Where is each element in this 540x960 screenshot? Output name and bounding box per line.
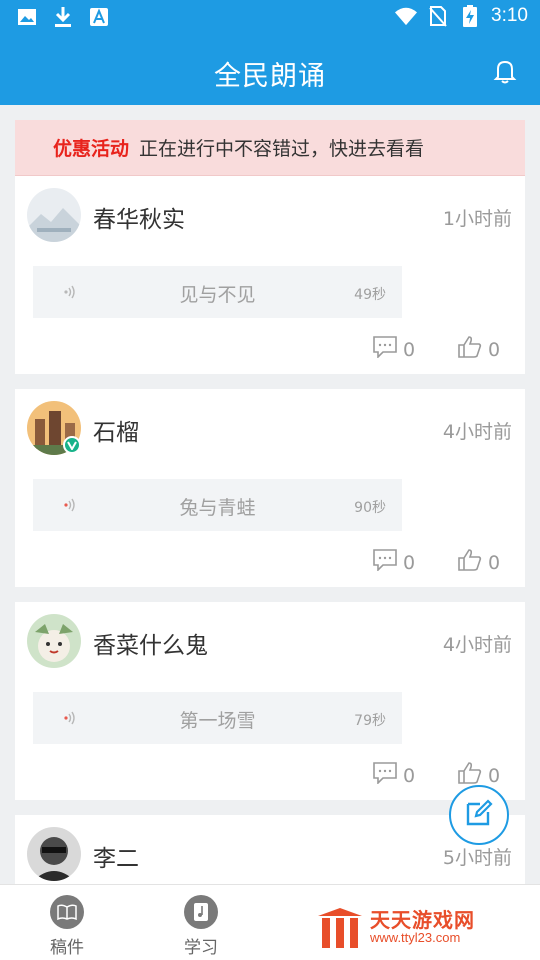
like-button[interactable]: 0 <box>458 549 500 576</box>
wifi-icon <box>395 5 418 27</box>
music-note-icon <box>184 895 218 929</box>
comment-icon <box>373 336 397 363</box>
watermark-logo-icon <box>316 906 364 954</box>
tab-label: 稿件 <box>50 938 84 958</box>
audio-duration: 79秒 <box>354 713 386 729</box>
bell-icon[interactable] <box>492 58 518 84</box>
post-time: 4小时前 <box>442 634 512 656</box>
like-count: 0 <box>488 764 501 787</box>
post-card[interactable]: 石榴 4小时前 兔与青蛙 90秒 0 0 <box>15 389 525 587</box>
watermark-title: 天天游戏网 <box>370 908 475 932</box>
post-card[interactable]: 李二 5小时前 <box>15 815 525 884</box>
avatar[interactable] <box>27 614 81 668</box>
comment-count: 0 <box>403 551 416 574</box>
comment-count: 0 <box>403 338 416 361</box>
promo-banner[interactable]: 优惠活动 正在进行中不容错过，快进去看看 <box>15 120 525 176</box>
audio-duration: 90秒 <box>354 500 386 516</box>
image-icon <box>16 6 38 28</box>
edit-icon <box>464 798 494 832</box>
thumbs-up-icon <box>458 549 482 576</box>
app-bar: 全民朗诵 <box>0 36 540 105</box>
comment-icon <box>373 762 397 789</box>
verified-badge-icon <box>63 436 81 454</box>
promo-highlight: 优惠活动 <box>53 138 130 160</box>
audio-player[interactable]: 见与不见 49秒 <box>33 266 402 318</box>
like-button[interactable]: 0 <box>458 336 500 363</box>
watermark: 天天游戏网 www.ttyl23.com <box>312 900 532 956</box>
avatar[interactable] <box>27 188 81 242</box>
comment-button[interactable]: 0 <box>373 549 415 576</box>
thumbs-up-icon <box>458 336 482 363</box>
audio-player[interactable]: 第一场雪 79秒 <box>33 692 402 744</box>
like-count: 0 <box>488 551 501 574</box>
font-app-icon <box>88 6 110 28</box>
comment-button[interactable]: 0 <box>373 762 415 789</box>
watermark-url: www.ttyl23.com <box>370 930 461 945</box>
audio-player[interactable]: 兔与青蛙 90秒 <box>33 479 402 531</box>
tab-manuscripts[interactable]: 稿件 <box>27 895 107 958</box>
book-icon <box>50 895 84 929</box>
audio-title: 兔与青蛙 <box>179 497 256 519</box>
clock: 3:10 <box>491 5 528 26</box>
user-name[interactable]: 李二 <box>93 839 139 873</box>
user-name[interactable]: 石榴 <box>93 413 139 447</box>
tab-label: 学习 <box>184 938 218 958</box>
like-count: 0 <box>488 338 501 361</box>
post-time: 4小时前 <box>442 421 512 443</box>
avatar[interactable] <box>27 827 81 881</box>
tab-study[interactable]: 学习 <box>161 895 241 958</box>
download-icon <box>52 6 74 28</box>
user-name[interactable]: 春华秋实 <box>93 200 185 234</box>
comment-icon <box>373 549 397 576</box>
no-sim-icon <box>427 5 449 27</box>
comment-count: 0 <box>403 764 416 787</box>
status-bar: 3:10 <box>0 0 540 36</box>
compose-button[interactable] <box>449 785 509 845</box>
comment-button[interactable]: 0 <box>373 336 415 363</box>
audio-title: 见与不见 <box>179 284 256 306</box>
post-card[interactable]: 春华秋实 1小时前 见与不见 49秒 0 0 <box>15 176 525 374</box>
post-time: 5小时前 <box>442 847 512 869</box>
battery-charging-icon <box>459 5 481 27</box>
audio-duration: 49秒 <box>354 287 386 303</box>
user-name[interactable]: 香菜什么鬼 <box>93 626 208 660</box>
post-card[interactable]: 香菜什么鬼 4小时前 第一场雪 79秒 0 0 <box>15 602 525 800</box>
promo-text: 正在进行中不容错过，快进去看看 <box>139 138 425 160</box>
audio-title: 第一场雪 <box>179 710 256 732</box>
page-title: 全民朗诵 <box>214 61 326 92</box>
post-time: 1小时前 <box>442 208 512 230</box>
